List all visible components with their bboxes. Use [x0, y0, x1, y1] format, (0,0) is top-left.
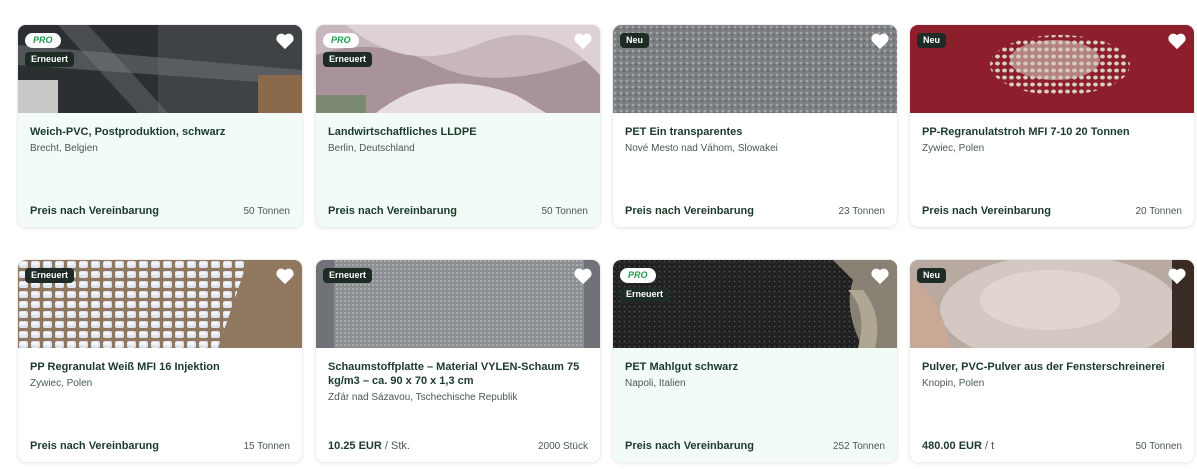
listing-title[interactable]: PP-Regranulatstroh MFI 7-10 20 Tonnen [922, 125, 1182, 139]
listing-image[interactable]: PRO Erneuert [316, 25, 600, 113]
status-badge: Erneuert [25, 52, 75, 67]
listing-card[interactable]: Erneuert Schaumstoffplatte – Material VY… [316, 260, 600, 462]
status-badge: Erneuert [620, 287, 670, 302]
status-badge: Neu [917, 268, 947, 283]
listing-image[interactable]: Neu [613, 25, 897, 113]
listing-title[interactable]: Weich-PVC, Postproduktion, schwarz [30, 125, 290, 139]
listing-location: Napoli, Italien [625, 378, 686, 389]
listing-card[interactable]: Neu PP-Regranulatstroh MFI 7-10 20 Tonne… [910, 25, 1194, 227]
status-badge: Neu [917, 33, 947, 48]
listing-location: Knopin, Polen [922, 378, 985, 389]
status-badge: Neu [620, 33, 650, 48]
listing-photo [910, 260, 1194, 348]
listing-card[interactable]: PRO Erneuert PET Mahlgut schwarz Napoli,… [613, 260, 897, 462]
listing-quantity: 50 Tonnen [243, 206, 290, 217]
listing-card[interactable]: PRO Erneuert Weich-PVC, Postproduktion, … [18, 25, 302, 227]
listing-location: Brecht, Belgien [30, 143, 98, 154]
listing-price: Preis nach Vereinbarung [328, 205, 457, 217]
listing-price: Preis nach Vereinbarung [30, 205, 159, 217]
listing-price: Preis nach Vereinbarung [625, 205, 754, 217]
listing-photo [613, 25, 897, 113]
listing-photo [910, 25, 1194, 113]
listing-location: Nové Mesto nad Váhom, Slowakei [625, 143, 778, 154]
listing-image[interactable]: Erneuert [316, 260, 600, 348]
listing-price: Preis nach Vereinbarung [625, 440, 754, 452]
listing-image[interactable]: Neu [910, 260, 1194, 348]
price-unit: / t [981, 440, 995, 452]
listing-title[interactable]: Pulver, PVC-Pulver aus der Fensterschrei… [922, 360, 1182, 374]
listing-quantity: 50 Tonnen [541, 206, 588, 217]
listing-card[interactable]: PRO Erneuert Landwirtschaftliches LLDPE … [316, 25, 600, 227]
listing-title[interactable]: Landwirtschaftliches LLDPE [328, 125, 588, 139]
listing-title[interactable]: PET Ein transparentes [625, 125, 885, 139]
heart-icon[interactable] [1167, 32, 1187, 50]
status-badge: Erneuert [323, 268, 373, 283]
listing-card[interactable]: Neu PET Ein transparentes Nové Mesto nad… [613, 25, 897, 227]
listing-image[interactable]: PRO Erneuert [613, 260, 897, 348]
listing-location: Żywiec, Polen [30, 378, 93, 389]
heart-icon[interactable] [573, 267, 593, 285]
pro-badge: PRO [25, 33, 61, 48]
heart-icon[interactable] [870, 267, 890, 285]
status-badge: Erneuert [323, 52, 373, 67]
listing-quantity: 20 Tonnen [1135, 206, 1182, 217]
listing-image[interactable]: PRO Erneuert [18, 25, 302, 113]
listing-price: Preis nach Vereinbarung [922, 205, 1051, 217]
heart-icon[interactable] [573, 32, 593, 50]
listing-price: 10.25 EUR / Stk. [328, 440, 410, 452]
listing-location: Žďár nad Sázavou, Tschechische Republik [328, 392, 518, 403]
heart-icon[interactable] [275, 32, 295, 50]
pro-badge: PRO [620, 268, 656, 283]
listing-image[interactable]: Neu [910, 25, 1194, 113]
listing-card[interactable]: Neu Pulver, PVC-Pulver aus der Fenstersc… [910, 260, 1194, 462]
listing-title[interactable]: PET Mahlgut schwarz [625, 360, 885, 374]
pro-badge: PRO [323, 33, 359, 48]
status-badge: Erneuert [25, 268, 75, 283]
listing-card[interactable]: Erneuert PP Regranulat Weiß MFI 16 Injek… [18, 260, 302, 462]
listing-title[interactable]: Schaumstoffplatte – Material VYLEN-Schau… [328, 360, 588, 388]
listing-quantity: 50 Tonnen [1135, 441, 1182, 452]
heart-icon[interactable] [1167, 267, 1187, 285]
heart-icon[interactable] [870, 32, 890, 50]
listing-quantity: 15 Tonnen [243, 441, 290, 452]
listings-grid: PRO Erneuert Weich-PVC, Postproduktion, … [0, 0, 1197, 469]
listing-image[interactable]: Erneuert [18, 260, 302, 348]
heart-icon[interactable] [275, 267, 295, 285]
listing-quantity: 2000 Stück [537, 441, 588, 452]
listing-location: Berlin, Deutschland [328, 143, 415, 154]
listing-quantity: 252 Tonnen [832, 441, 885, 452]
price-unit: / Stk. [381, 440, 410, 452]
listing-title[interactable]: PP Regranulat Weiß MFI 16 Injektion [30, 360, 290, 374]
listing-price: 480.00 EUR / t [922, 440, 995, 452]
listing-location: Żywiec, Polen [922, 143, 985, 154]
listing-quantity: 23 Tonnen [838, 206, 885, 217]
listing-price: Preis nach Vereinbarung [30, 440, 159, 452]
